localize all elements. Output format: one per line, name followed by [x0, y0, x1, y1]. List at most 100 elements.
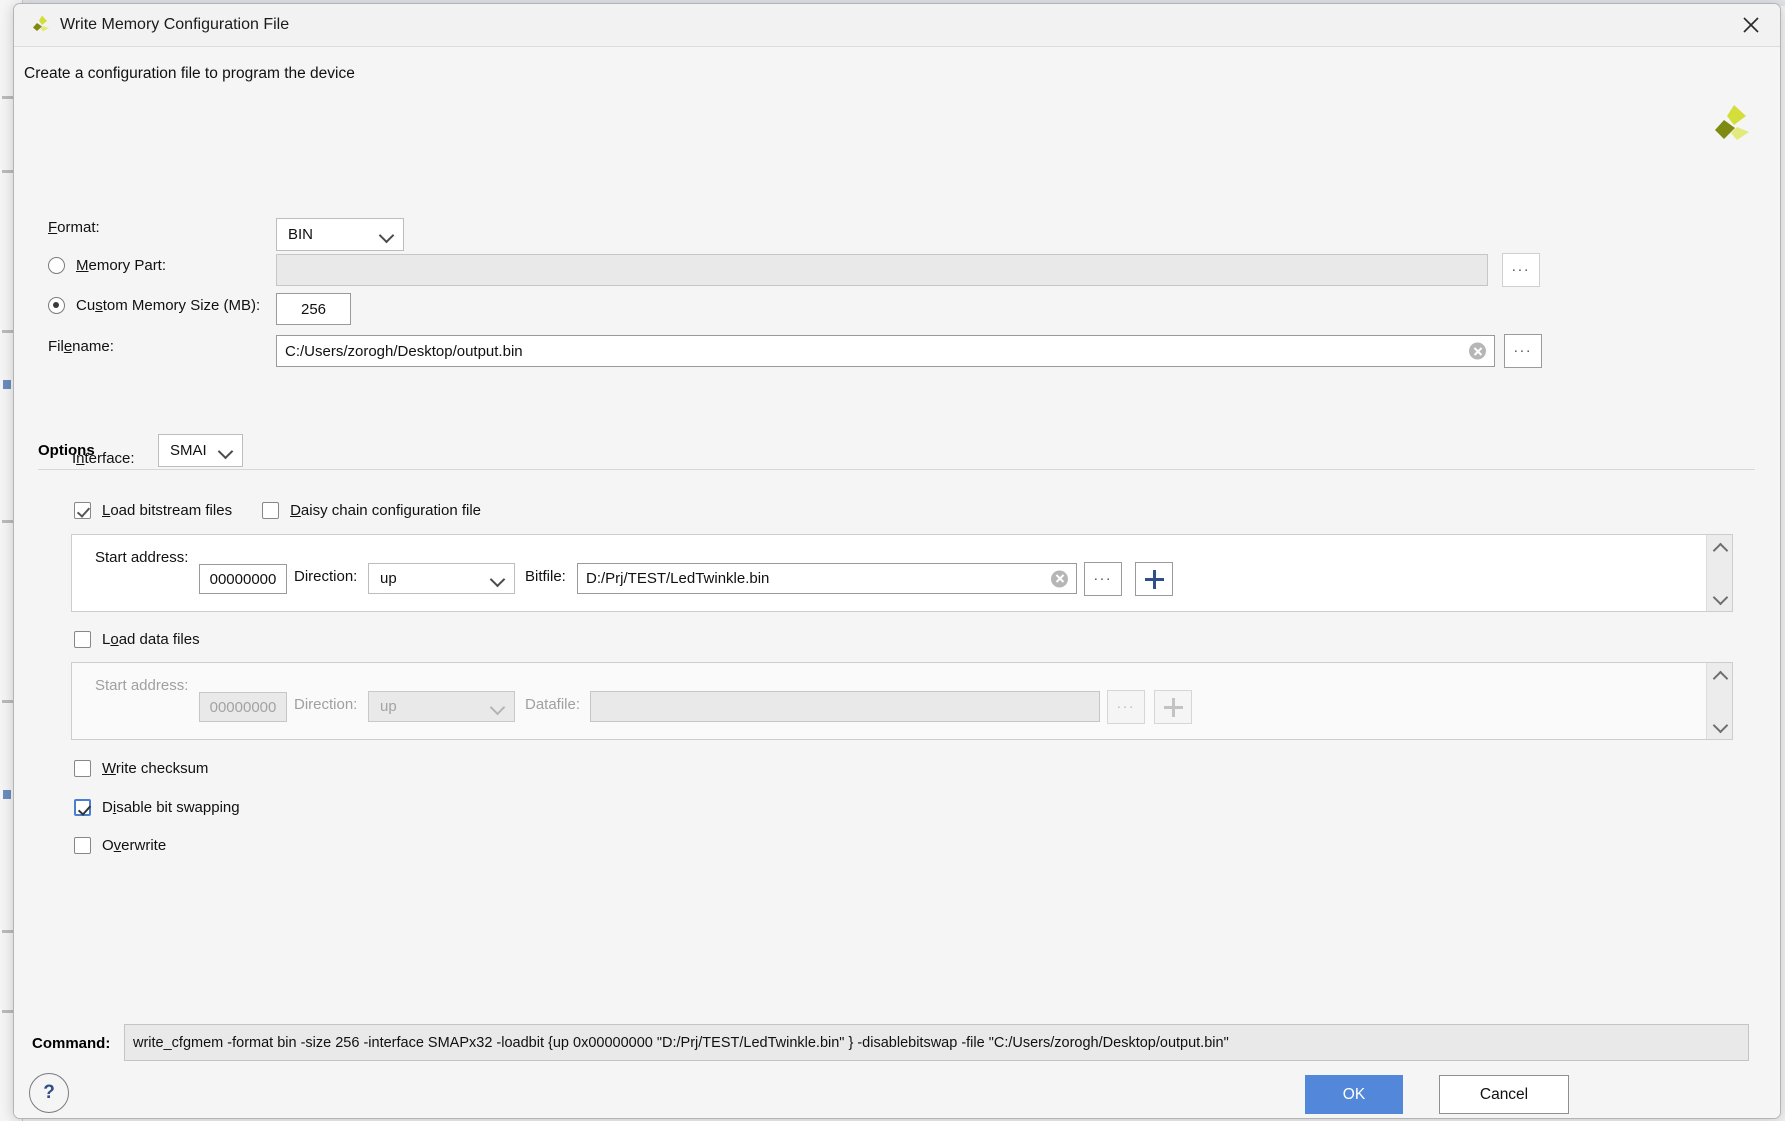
format-value: BIN	[288, 226, 314, 243]
filename-row: Filename:	[48, 338, 114, 355]
custom-memory-size-radio[interactable]	[48, 297, 65, 314]
memory-part-label: Memory Part:	[76, 257, 167, 274]
plus-icon	[1163, 697, 1183, 717]
write-checksum-checkbox[interactable]	[74, 760, 91, 777]
memory-part-input[interactable]	[276, 254, 1488, 286]
memory-part-browse-button[interactable]: ...	[1502, 253, 1540, 287]
bitstream-file-group: Bitfile:	[525, 568, 566, 585]
load-data-files-checkbox[interactable]	[74, 631, 91, 648]
write-checksum-row: Write checksum	[74, 760, 208, 777]
dialog-body: Create a configuration file to program t…	[14, 47, 1780, 1118]
ellipsis-icon: ...	[1511, 257, 1531, 275]
load-bitstream-files-label: Load bitstream files	[102, 502, 233, 519]
bitstream-file-value: D:/Prj/TEST/LedTwinkle.bin	[586, 570, 770, 587]
command-label: Command:	[32, 1035, 111, 1052]
data-file-group: Datafile:	[525, 696, 580, 713]
bitstream-direction-group: Direction:	[294, 568, 357, 585]
data-direction-select: up	[368, 691, 515, 722]
chevron-down-icon	[491, 574, 505, 583]
data-start-address-group: Start address:	[95, 677, 188, 694]
filename-input[interactable]: C:/Users/zorogh/Desktop/output.bin	[276, 335, 1495, 367]
custom-memory-size-label: Custom Memory Size (MB):	[76, 297, 261, 314]
amd-xilinx-logo-icon	[1706, 102, 1750, 146]
ok-button-label: OK	[1342, 1085, 1366, 1103]
custom-memory-size-value: 256	[300, 300, 327, 318]
vivado-logo-icon	[28, 14, 50, 36]
data-direction-group: Direction:	[294, 696, 357, 713]
disable-bit-swapping-label: Disable bit swapping	[102, 799, 240, 816]
plus-icon	[1144, 569, 1164, 589]
data-browse-button: ...	[1107, 690, 1145, 724]
custom-memory-size-input[interactable]: 256	[276, 293, 351, 325]
close-icon[interactable]	[1732, 7, 1770, 43]
daisy-chain-checkbox[interactable]	[262, 502, 280, 519]
memory-part-radio[interactable]	[48, 257, 65, 274]
load-data-files-label: Load data files	[102, 631, 200, 648]
disable-bit-swapping-row: Disable bit swapping	[74, 799, 240, 816]
data-start-address-value: 00000000	[209, 698, 277, 716]
bitstream-file-input[interactable]: D:/Prj/TEST/LedTwinkle.bin	[577, 563, 1077, 594]
data-files-panel: Start address: 00000000 Direction: up Da…	[71, 662, 1733, 740]
cancel-button-label: Cancel	[1479, 1085, 1529, 1103]
chevron-down-icon	[219, 446, 233, 455]
interface-label: Interface:	[72, 450, 135, 467]
cancel-button[interactable]: Cancel	[1439, 1075, 1569, 1114]
filename-browse-button[interactable]: ...	[1504, 334, 1542, 368]
ok-button[interactable]: OK	[1305, 1075, 1403, 1114]
bitstream-start-address-label: Start address:	[95, 549, 189, 566]
background-accent	[3, 790, 11, 799]
bitstream-add-button[interactable]	[1135, 562, 1173, 596]
overwrite-label: Overwrite	[102, 837, 167, 854]
background-accent	[3, 380, 11, 389]
bitstream-direction-select[interactable]: up	[368, 563, 515, 594]
ellipsis-icon: ...	[1116, 694, 1136, 712]
chevron-up-icon[interactable]	[1712, 542, 1728, 552]
load-bitstream-files-checkbox[interactable]	[74, 502, 91, 519]
options-divider	[38, 469, 1755, 470]
format-row: Format:	[48, 219, 100, 236]
dialog-title-bar: Write Memory Configuration File	[14, 4, 1780, 47]
load-data-files-row: Load data files	[74, 631, 200, 648]
overwrite-checkbox[interactable]	[74, 837, 91, 854]
dialog-title: Write Memory Configuration File	[60, 16, 290, 33]
chevron-down-icon[interactable]	[1712, 594, 1728, 604]
chevron-down-icon	[380, 230, 394, 239]
bitstream-browse-button[interactable]: ...	[1084, 562, 1122, 596]
data-direction-label: Direction:	[294, 696, 358, 713]
filename-label: Filename:	[48, 338, 114, 355]
bitstream-start-address-group: Start address:	[95, 549, 188, 566]
disable-bit-swapping-checkbox[interactable]	[74, 799, 91, 816]
format-label: Format:	[48, 219, 100, 236]
chevron-up-icon[interactable]	[1712, 670, 1728, 680]
data-add-button	[1154, 690, 1192, 724]
command-value: write_cfgmem -format bin -size 256 -inte…	[133, 1034, 1229, 1051]
format-select[interactable]: BIN	[276, 218, 404, 251]
custom-memory-size-row: Custom Memory Size (MB):	[48, 297, 260, 314]
command-input[interactable]: write_cfgmem -format bin -size 256 -inte…	[124, 1024, 1749, 1061]
help-button[interactable]: ?	[29, 1073, 69, 1113]
bitstream-start-address-input[interactable]: 00000000	[199, 564, 287, 594]
bitstream-panel-scrollbar[interactable]	[1706, 535, 1732, 611]
memory-part-row: Memory Part:	[48, 257, 166, 274]
interface-row: Interface:	[72, 450, 135, 467]
write-checksum-label: Write checksum	[102, 760, 209, 777]
daisy-chain-label: Daisy chain configuration file	[290, 502, 482, 519]
chevron-down-icon	[491, 702, 505, 711]
overwrite-row: Overwrite	[74, 837, 166, 854]
bitstream-direction-label: Direction:	[294, 568, 358, 585]
load-bitstream-files-row: Load bitstream files Daisy chain configu…	[74, 502, 481, 519]
bitstream-file-label: Bitfile:	[525, 568, 566, 585]
bitstream-files-panel: Start address: 00000000 Direction: up Bi…	[71, 534, 1733, 612]
write-memory-configuration-dialog: Write Memory Configuration File Create a…	[13, 3, 1781, 1119]
chevron-down-icon[interactable]	[1712, 722, 1728, 732]
data-start-address-label: Start address:	[95, 677, 189, 694]
bitstream-start-address-value: 00000000	[209, 570, 277, 588]
dialog-subtitle: Create a configuration file to program t…	[24, 65, 355, 82]
ellipsis-icon: ...	[1093, 566, 1113, 584]
data-panel-scrollbar[interactable]	[1706, 663, 1732, 739]
question-mark-icon: ?	[43, 1082, 55, 1103]
interface-select[interactable]: SMAI	[158, 434, 243, 467]
clear-circle-icon[interactable]	[1051, 570, 1068, 587]
clear-circle-icon[interactable]	[1469, 342, 1486, 360]
filename-value: C:/Users/zorogh/Desktop/output.bin	[285, 342, 523, 360]
